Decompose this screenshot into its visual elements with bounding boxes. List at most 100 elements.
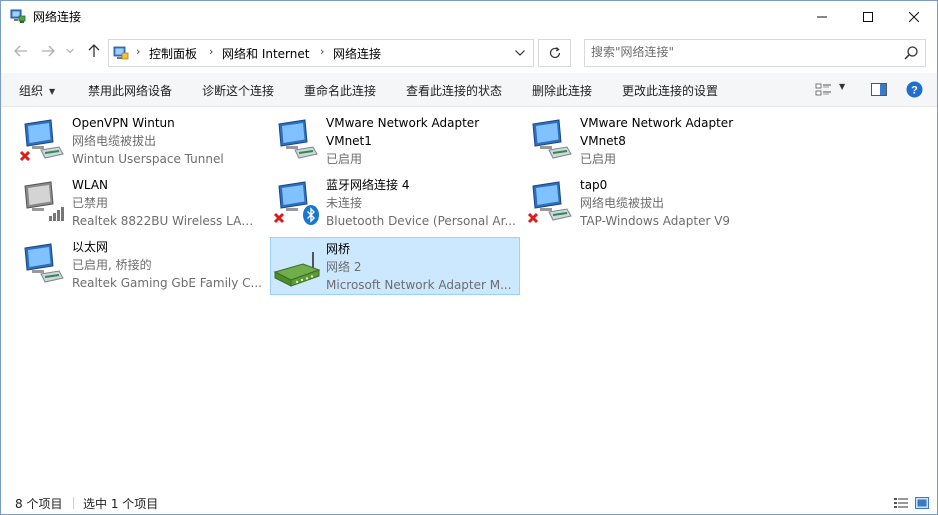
connection-status: 已禁用 bbox=[72, 196, 109, 210]
connection-name: WLAN bbox=[72, 178, 109, 192]
control-panel-icon bbox=[113, 46, 129, 60]
breadcrumb-separator: › bbox=[209, 45, 214, 58]
connection-text: WLAN 已禁用 Realtek 8822BU Wireless LAN ... bbox=[72, 176, 262, 230]
breadcrumb-control-panel[interactable]: 控制面板 bbox=[149, 45, 197, 62]
forward-button[interactable] bbox=[37, 40, 59, 62]
connection-device: TAP-Windows Adapter V9 bbox=[580, 214, 731, 228]
window-title: 网络连接 bbox=[33, 10, 82, 24]
connection-name: 蓝牙网络连接 4 bbox=[326, 178, 410, 192]
connection-status: 已启用, 桥接的 bbox=[72, 258, 152, 272]
change-view-icon[interactable] bbox=[815, 82, 833, 98]
status-divider bbox=[73, 497, 74, 509]
connection-item[interactable]: WLAN 已禁用 Realtek 8822BU Wireless LAN ... bbox=[16, 173, 266, 231]
connection-item[interactable]: 以太网 已启用, 桥接的 Realtek Gaming GbE Family C… bbox=[16, 235, 266, 293]
network-adapter-icon bbox=[532, 119, 572, 159]
connection-item[interactable]: OpenVPN Wintun 网络电缆被拔出 Wintun Userspace … bbox=[16, 111, 266, 169]
close-button[interactable] bbox=[891, 1, 937, 32]
chevron-down-icon bbox=[515, 50, 525, 56]
back-button[interactable] bbox=[10, 40, 32, 62]
connection-text: VMware Network Adapter VMnet1 已启用 bbox=[326, 114, 516, 168]
selected-count: 选中 1 个项目 bbox=[83, 497, 159, 511]
search-input[interactable] bbox=[591, 42, 891, 62]
breadcrumb-separator: › bbox=[320, 45, 325, 58]
network-adapter-disconnected-icon bbox=[527, 181, 572, 224]
title-bar: 网络连接 bbox=[1, 1, 937, 32]
chevron-down-icon bbox=[66, 48, 74, 54]
disable-device-button[interactable]: 禁用此网络设备 bbox=[88, 82, 172, 99]
connection-name: VMware Network Adapter VMnet1 bbox=[326, 116, 480, 148]
recent-locations-button[interactable] bbox=[63, 40, 77, 62]
connection-device: Realtek 8822BU Wireless LAN ... bbox=[72, 214, 262, 228]
connection-item[interactable]: VMware Network Adapter VMnet1 已启用 bbox=[270, 111, 520, 169]
arrow-left-icon bbox=[14, 45, 27, 57]
connection-status: 未连接 bbox=[326, 196, 363, 210]
refresh-icon bbox=[549, 47, 560, 59]
connection-item[interactable]: 蓝牙网络连接 4 未连接 Bluetooth Device (Personal … bbox=[270, 173, 520, 231]
connections-list: OpenVPN Wintun 网络电缆被拔出 Wintun Userspace … bbox=[1, 107, 937, 489]
network-connections-icon bbox=[10, 9, 26, 23]
connection-text: 网桥 网络 2 Microsoft Network Adapter M... bbox=[326, 240, 516, 294]
connection-status: 网络电缆被拔出 bbox=[580, 196, 665, 210]
connection-device: Wintun Userspace Tunnel bbox=[72, 152, 224, 166]
help-icon[interactable]: ? bbox=[906, 81, 923, 98]
connection-item-selected[interactable]: 网桥 网络 2 Microsoft Network Adapter M... bbox=[270, 237, 520, 295]
search-icon[interactable] bbox=[903, 45, 919, 61]
breadcrumb-separator: › bbox=[136, 45, 141, 58]
wifi-adapter-disabled-icon bbox=[24, 181, 64, 221]
connection-text: VMware Network Adapter VMnet8 已启用 bbox=[580, 114, 770, 168]
rename-connection-button[interactable]: 重命名此连接 bbox=[304, 82, 376, 99]
maximize-icon bbox=[863, 11, 873, 22]
delete-connection-button[interactable]: 删除此连接 bbox=[532, 82, 592, 99]
connection-text: 蓝牙网络连接 4 未连接 Bluetooth Device (Personal … bbox=[326, 176, 516, 230]
navigation-bar: › 控制面板 › 网络和 Internet › 网络连接 bbox=[1, 35, 937, 69]
connection-status: 已启用 bbox=[580, 152, 617, 166]
connection-text: OpenVPN Wintun 网络电缆被拔出 Wintun Userspace … bbox=[72, 114, 262, 168]
organize-menu[interactable]: 组织 ▼ bbox=[19, 82, 55, 99]
network-adapter-disconnected-icon bbox=[19, 119, 64, 162]
status-bar: 8 个项目 选中 1 个项目 bbox=[1, 491, 937, 514]
diagnose-connection-button[interactable]: 诊断这个连接 bbox=[202, 82, 274, 99]
window: 网络连接 › 控制面板 › 网络和 Internet › 网络连接 搜索"网络连… bbox=[0, 0, 938, 515]
address-bar[interactable]: › 控制面板 › 网络和 Internet › 网络连接 bbox=[108, 39, 534, 67]
search-box[interactable] bbox=[584, 39, 926, 67]
arrow-right-icon bbox=[42, 45, 55, 57]
breadcrumb-network-internet[interactable]: 网络和 Internet bbox=[222, 45, 309, 62]
change-settings-button[interactable]: 更改此连接的设置 bbox=[622, 82, 718, 99]
refresh-button[interactable] bbox=[538, 39, 571, 67]
up-button[interactable] bbox=[83, 40, 105, 62]
network-bridge-icon bbox=[273, 252, 321, 287]
connection-device: Bluetooth Device (Personal Ar... bbox=[326, 214, 516, 228]
close-icon bbox=[909, 11, 919, 22]
connection-status: 网络 2 bbox=[326, 260, 362, 274]
connection-device: Microsoft Network Adapter M... bbox=[326, 278, 512, 292]
large-icons-view-icon[interactable] bbox=[915, 497, 929, 509]
bluetooth-adapter-icon bbox=[273, 181, 319, 225]
connection-item[interactable]: VMware Network Adapter VMnet8 已启用 bbox=[524, 111, 774, 169]
breadcrumb-network-connections[interactable]: 网络连接 bbox=[333, 45, 381, 62]
connection-name: tap0 bbox=[580, 178, 608, 192]
connection-name: 网桥 bbox=[326, 242, 351, 256]
maximize-button[interactable] bbox=[845, 1, 891, 32]
connection-text: tap0 网络电缆被拔出 TAP-Windows Adapter V9 bbox=[580, 176, 770, 230]
arrow-up-icon bbox=[88, 44, 100, 57]
item-count: 8 个项目 bbox=[15, 497, 63, 511]
preview-pane-icon[interactable] bbox=[871, 83, 887, 96]
connection-name: 以太网 bbox=[72, 240, 109, 254]
details-view-icon[interactable] bbox=[894, 497, 908, 509]
connection-status: 已启用 bbox=[326, 152, 363, 166]
connection-item[interactable]: tap0 网络电缆被拔出 TAP-Windows Adapter V9 bbox=[524, 173, 774, 231]
svg-text:?: ? bbox=[911, 85, 918, 97]
view-status-button[interactable]: 查看此连接的状态 bbox=[406, 82, 502, 99]
minimize-icon bbox=[817, 16, 827, 17]
view-options-dropdown[interactable]: ▼ bbox=[839, 82, 845, 91]
connection-text: 以太网 已启用, 桥接的 Realtek Gaming GbE Family C… bbox=[72, 238, 262, 292]
connection-status: 网络电缆被拔出 bbox=[72, 134, 157, 148]
address-history-button[interactable] bbox=[511, 44, 529, 62]
minimize-button[interactable] bbox=[799, 1, 845, 32]
caret-down-icon: ▼ bbox=[49, 87, 56, 96]
connection-name: VMware Network Adapter VMnet8 bbox=[580, 116, 734, 148]
organize-label: 组织 bbox=[19, 84, 44, 98]
network-adapter-icon bbox=[278, 119, 318, 159]
connection-name: OpenVPN Wintun bbox=[72, 116, 175, 130]
command-bar: 组织 ▼ 禁用此网络设备 诊断这个连接 重命名此连接 查看此连接的状态 删除此连接… bbox=[1, 73, 937, 107]
